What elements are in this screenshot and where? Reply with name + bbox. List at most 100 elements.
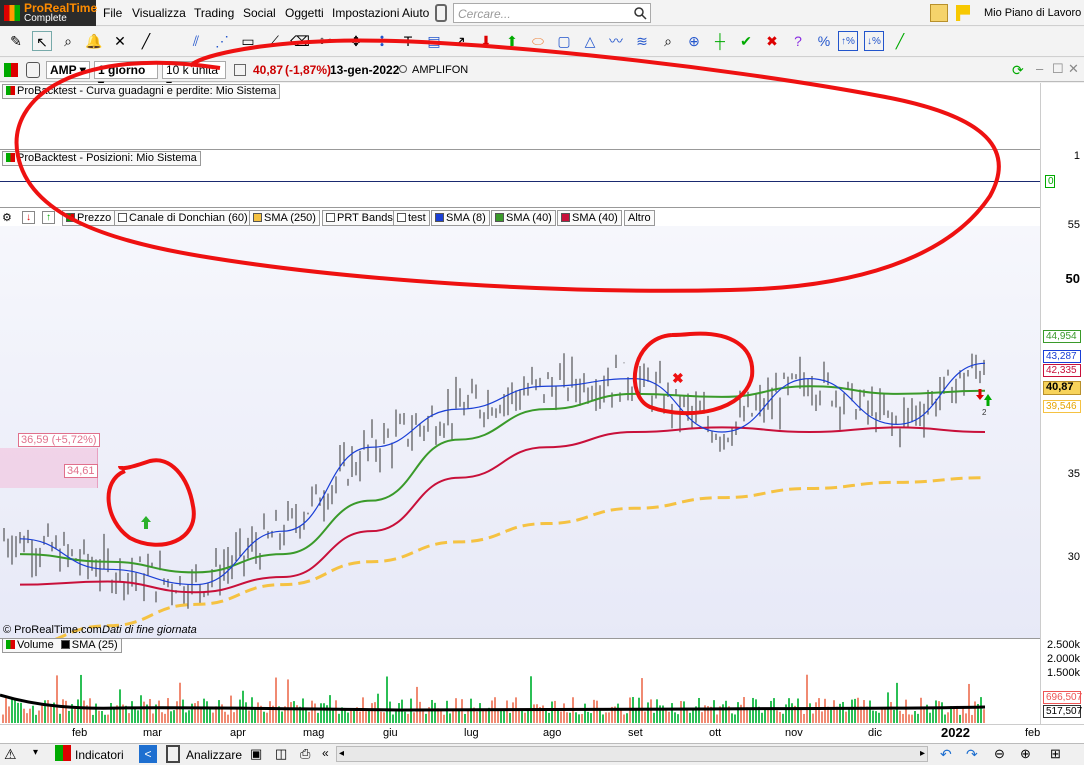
cursor-icon[interactable]: ↖ [32,31,52,51]
positions-panel-label[interactable]: ProBacktest - Posizioni: Mio Sistema [2,151,201,166]
brush-icon[interactable]: ⟋ [264,31,284,51]
percent-down-icon[interactable]: ↓% [864,31,884,51]
close-icon[interactable]: ✕ [1068,61,1079,77]
print-icon[interactable]: ⎙ [300,746,310,762]
share-icon[interactable]: < [139,745,157,763]
horizontal-scrollbar[interactable]: ◂ ▸ [336,746,928,762]
line-green-icon[interactable]: ╱ [890,31,910,51]
crosshair-icon[interactable]: ✕ [110,31,130,51]
menu-oggetti[interactable]: Oggetti [285,6,324,20]
zoom-in-icon[interactable]: ⊕ [1020,746,1031,762]
timeframe-dropdown[interactable]: 1 giorno ▾ [94,61,158,91]
arrow-down-red-icon[interactable]: ⬇ [476,31,496,51]
warning-icon[interactable]: ⚠ [4,746,17,763]
scroll-start-icon[interactable]: « [322,746,329,760]
percent-icon[interactable]: ↑% [838,31,858,51]
channel-icon[interactable]: ⫽ [186,31,206,51]
menu-social[interactable]: Social [243,6,276,20]
legend-item-price[interactable]: Prezzo [62,210,116,226]
menu-trading[interactable]: Trading [194,6,234,20]
scroll-left-icon[interactable]: ◂ [339,748,344,759]
wave-icon[interactable]: 〰 [606,31,626,51]
app-logo: ProRealTime Complete [0,0,97,26]
redo-icon[interactable]: ↷ [966,746,978,763]
minimize-icon[interactable]: – [1036,61,1043,76]
price-chart[interactable]: ✖ 2 [0,226,1040,638]
percent-up-icon[interactable]: % [814,31,834,51]
chart-icon[interactable] [930,4,948,22]
time-icon[interactable]: ⊕ [684,31,704,51]
volume-panel-label[interactable]: Volume SMA (25) [2,638,122,653]
screen-icon[interactable]: ▣ [250,746,262,762]
alert-bell-icon[interactable]: 🔔 [84,31,104,51]
legend-item-test[interactable]: test [393,210,430,226]
menu-file[interactable]: File [103,6,122,20]
refresh-icon[interactable]: ⟳ [1012,62,1024,79]
trendline-icon[interactable]: ╱ [136,31,156,51]
search-input[interactable]: Cercare... [453,3,651,23]
sma40-red-line [19,426,986,594]
pencil-icon[interactable]: ✎ [6,31,26,51]
zoom-out-icon[interactable]: ⊖ [994,746,1005,762]
indicators-icon[interactable] [55,745,71,761]
volume-chart[interactable] [0,655,1040,725]
check-icon[interactable]: ✔ [736,31,756,51]
legend-item-donchian[interactable]: Canale di Donchian (60) [114,210,252,226]
ticker-dropdown[interactable]: AMP ▾ [46,61,90,79]
ruler-icon[interactable]: ▭ [238,31,258,51]
fibonacci-icon[interactable]: ≋ [632,31,652,51]
note-icon[interactable]: ▤ [424,31,444,51]
arrows-icon[interactable]: ✣ [372,31,392,51]
dropdown-icon[interactable]: ▾ [33,747,38,758]
fan-icon[interactable]: ⋰ [212,31,232,51]
undo-icon[interactable]: ↶ [940,746,952,763]
sell-icon[interactable]: ↓ [22,211,35,224]
search-icon[interactable] [633,6,647,20]
gear-icon[interactable]: ⚙ [2,211,12,224]
rectangle-icon[interactable]: ▢ [554,31,574,51]
menu-aiuto[interactable]: Aiuto [402,6,429,20]
legend-item-sma250[interactable]: SMA (250) [249,210,320,226]
eraser-icon[interactable]: ⌫ [290,31,310,51]
ellipse-icon[interactable]: ⬭ [528,31,548,51]
info-icon[interactable] [234,64,246,76]
volume-bar [872,710,874,723]
fit-icon[interactable]: ⊞ [1050,746,1061,762]
equity-panel-label[interactable]: ProBacktest - Curva guadagni e perdite: … [2,84,281,99]
time-axis[interactable] [0,724,1084,743]
legend-item-altro[interactable]: Altro [624,210,655,226]
zoom-icon[interactable]: ⌕ [58,31,78,51]
menu-impostazioni[interactable]: Impostazioni [332,6,399,20]
camera-icon[interactable]: ◫ [275,746,287,762]
volume-bar [416,686,418,723]
volume-bar [20,702,22,723]
help-icon[interactable]: ? [788,31,808,51]
delete-icon[interactable]: ✖ [762,31,782,51]
volume-bar [938,701,940,723]
menu-visualizza[interactable]: Visualizza [132,6,186,20]
arrow-up-green-icon[interactable]: ⬆ [502,31,522,51]
triangle-icon[interactable]: △ [580,31,600,51]
volume-bar [596,700,598,723]
analyze-button[interactable]: Analizzare [186,748,242,762]
legend-item-sma8[interactable]: SMA (8) [431,210,490,226]
legend-item-sma40-green[interactable]: SMA (40) [491,210,556,226]
indicators-button[interactable]: Indicatori [75,748,124,762]
tools-icon[interactable]: ✂ [316,31,336,51]
units-dropdown[interactable]: 10 k unità ▾ [162,61,226,91]
move-icon[interactable]: ✥ [346,31,366,51]
analyze-icon[interactable] [166,745,180,763]
zoom-area-icon[interactable]: ⌕ [658,31,678,51]
chart-type-icon[interactable] [4,63,18,77]
settings-icon[interactable] [26,62,40,78]
vertical-line-icon[interactable]: ┼ [710,31,730,51]
link-icon[interactable] [435,4,447,22]
legend-item-sma40-red[interactable]: SMA (40) [557,210,622,226]
buy-icon[interactable]: ↑ [42,211,55,224]
maximize-icon[interactable]: ☐ [1052,61,1064,77]
legend-item-prt-bands[interactable]: PRT Bands [322,210,397,226]
text-icon[interactable]: T [398,31,418,51]
workspace-name[interactable]: Mio Piano di Lavoro [984,7,1081,19]
scroll-right-icon[interactable]: ▸ [920,748,925,759]
arrow-up-right-icon[interactable]: ↗ [450,31,470,51]
